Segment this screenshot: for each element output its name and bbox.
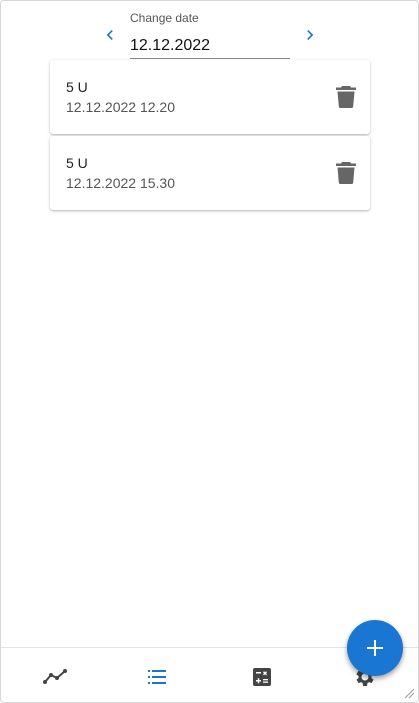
date-field: Change date	[130, 11, 290, 59]
date-navigation: Change date	[1, 1, 418, 61]
entry-card[interactable]: 5 U 12.12.2022 15.30	[50, 136, 370, 210]
entry-amount: 5 U	[66, 79, 88, 95]
entry-timestamp: 12.12.2022 12.20	[66, 99, 175, 115]
trend-line-icon	[43, 669, 67, 684]
nav-item-list[interactable]	[145, 665, 169, 689]
trash-icon	[336, 86, 356, 108]
nav-item-trend[interactable]	[43, 665, 67, 689]
previous-date-button[interactable]	[100, 25, 120, 45]
app-window: Change date 5 U 12.12.2022 12.20 5 U 12.…	[0, 0, 419, 703]
nav-item-calculator[interactable]	[250, 665, 274, 689]
resize-grip[interactable]	[403, 687, 415, 699]
trash-icon	[336, 162, 356, 184]
calculator-icon	[253, 668, 271, 686]
delete-entry-button[interactable]	[336, 162, 356, 184]
date-input[interactable]	[130, 33, 290, 59]
add-entry-button[interactable]	[347, 620, 403, 676]
date-field-label: Change date	[130, 11, 199, 25]
chevron-left-icon	[106, 30, 113, 40]
list-icon	[148, 670, 166, 684]
delete-entry-button[interactable]	[336, 86, 356, 108]
chevron-right-icon	[307, 30, 314, 40]
entry-list: 5 U 12.12.2022 12.20 5 U 12.12.2022 15.3…	[50, 60, 370, 212]
plus-icon	[367, 640, 383, 656]
next-date-button[interactable]	[300, 25, 320, 45]
resize-handle-icon	[404, 688, 415, 699]
entry-timestamp: 12.12.2022 15.30	[66, 175, 175, 191]
entry-amount: 5 U	[66, 155, 88, 171]
entry-card[interactable]: 5 U 12.12.2022 12.20	[50, 60, 370, 134]
